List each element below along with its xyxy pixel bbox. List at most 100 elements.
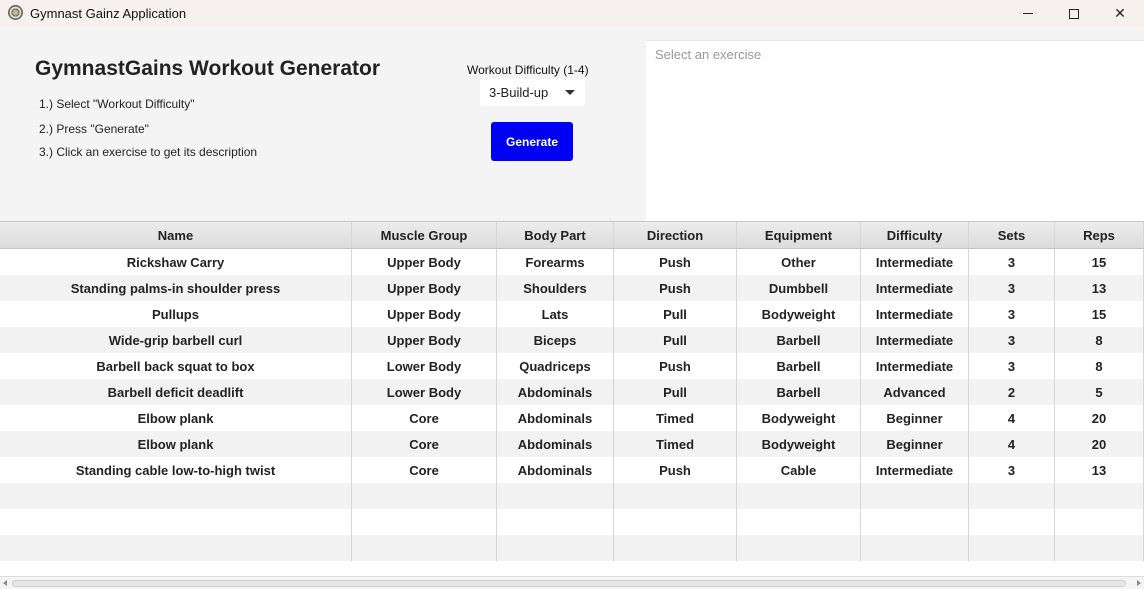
table-cell: 3 — [969, 275, 1055, 301]
table-cell: 8 — [1055, 353, 1144, 379]
table-cell: Bodyweight — [737, 301, 861, 327]
table-cell: Forearms — [497, 249, 614, 275]
app-icon — [8, 5, 23, 20]
table-cell — [969, 535, 1055, 561]
difficulty-select[interactable]: 3-Build-up — [480, 79, 585, 106]
description-spacer — [646, 27, 1144, 40]
table-cell: Beginner — [861, 405, 969, 431]
table-cell: Push — [614, 249, 737, 275]
table-row[interactable]: Wide-grip barbell curl Upper Body Biceps Pu… — [0, 327, 1144, 353]
table-cell: Lats — [497, 301, 614, 327]
table-cell: Intermediate — [861, 353, 969, 379]
page-title: GymnastGains Workout Generator — [35, 57, 381, 80]
table-cell: Intermediate — [861, 249, 969, 275]
table-cell — [352, 535, 497, 561]
instruction-step-2: 2.) Press "Generate" — [39, 122, 149, 136]
table-cell: 4 — [969, 431, 1055, 457]
table-row[interactable]: Pullups Upper Body Lats Pull Bodyweight Inter… — [0, 301, 1144, 327]
table-cell — [497, 535, 614, 561]
table-cell: Wide-grip barbell curl — [0, 327, 352, 353]
table-cell: Pull — [614, 379, 737, 405]
minimize-button[interactable] — [1005, 0, 1051, 27]
exercise-description[interactable]: Select an exercise — [646, 40, 1144, 221]
column-header-reps[interactable]: Reps — [1055, 222, 1144, 248]
scroll-left-icon[interactable] — [3, 580, 7, 586]
table-cell: 15 — [1055, 249, 1144, 275]
column-header-direction[interactable]: Direction — [614, 222, 737, 248]
table-cell: Timed — [614, 405, 737, 431]
table-cell: 20 — [1055, 405, 1144, 431]
column-header-muscle-group[interactable]: Muscle Group — [352, 222, 497, 248]
empty-table-row — [0, 483, 1144, 509]
table-row[interactable]: Elbow plank Core Abdominals Timed Bodyweight… — [0, 405, 1144, 431]
table-cell: Pull — [614, 301, 737, 327]
table-cell: Core — [352, 457, 497, 483]
table-row[interactable]: Elbow plank Core Abdominals Timed Bodyweight… — [0, 431, 1144, 457]
table-cell: Abdominals — [497, 457, 614, 483]
table-cell — [861, 535, 969, 561]
table-cell: Push — [614, 275, 737, 301]
column-header-body-part[interactable]: Body Part — [497, 222, 614, 248]
column-header-equipment[interactable]: Equipment — [737, 222, 861, 248]
table-cell: Biceps — [497, 327, 614, 353]
maximize-icon — [1069, 8, 1079, 19]
table-cell: 3 — [969, 327, 1055, 353]
table-cell: Lower Body — [352, 379, 497, 405]
generate-button[interactable]: Generate — [491, 122, 573, 161]
table-cell: Quadriceps — [497, 353, 614, 379]
column-header-sets[interactable]: Sets — [969, 222, 1055, 248]
table-cell — [352, 483, 497, 509]
table-cell: Dumbbell — [737, 275, 861, 301]
table-cell — [497, 509, 614, 535]
table-cell: Barbell — [737, 353, 861, 379]
horizontal-scrollbar[interactable] — [0, 576, 1144, 589]
table-cell: Timed — [614, 431, 737, 457]
table-cell: Beginner — [861, 431, 969, 457]
table-cell — [969, 483, 1055, 509]
table-body: Rickshaw Carry Upper Body Forearms Push Othe… — [0, 249, 1144, 561]
table-cell: 5 — [1055, 379, 1144, 405]
instruction-step-1: 1.) Select "Workout Difficulty" — [39, 97, 195, 111]
table-cell: Abdominals — [497, 379, 614, 405]
table-cell — [614, 509, 737, 535]
table-cell: Upper Body — [352, 301, 497, 327]
table-cell: Intermediate — [861, 301, 969, 327]
table-row[interactable]: Barbell back squat to box Lower Body Quadr… — [0, 353, 1144, 379]
column-header-difficulty[interactable]: Difficulty — [861, 222, 969, 248]
table-cell: 2 — [969, 379, 1055, 405]
table-cell: Pullups — [0, 301, 352, 327]
table-cell: Shoulders — [497, 275, 614, 301]
close-button[interactable]: ✕ — [1097, 0, 1143, 27]
table-cell: Rickshaw Carry — [0, 249, 352, 275]
table-cell: Intermediate — [861, 275, 969, 301]
table-cell: 3 — [969, 353, 1055, 379]
maximize-button[interactable] — [1051, 0, 1097, 27]
table-cell — [0, 535, 352, 561]
table-cell: Core — [352, 405, 497, 431]
table-cell: Bodyweight — [737, 405, 861, 431]
table-cell: 20 — [1055, 431, 1144, 457]
control-panel: GymnastGains Workout Generator 1.) Selec… — [0, 27, 646, 221]
instruction-step-3: 3.) Click an exercise to get its descrip… — [39, 145, 258, 159]
table-row[interactable]: Standing palms-in shoulder press Upper Bo… — [0, 275, 1144, 301]
scrollbar-thumb[interactable] — [12, 580, 1126, 587]
column-header-name[interactable]: Name — [0, 222, 352, 248]
table-cell: 3 — [969, 457, 1055, 483]
difficulty-value: 3-Build-up — [489, 85, 549, 100]
exercise-table: Name Muscle Group Body Part Direction Eq… — [0, 221, 1144, 576]
table-cell: Barbell back squat to box — [0, 353, 352, 379]
table-cell: Other — [737, 249, 861, 275]
scroll-right-icon[interactable] — [1137, 580, 1141, 586]
table-cell: Abdominals — [497, 431, 614, 457]
table-cell: Standing cable low-to-high twist — [0, 457, 352, 483]
table-row[interactable]: Barbell deficit deadlift Lower Body Abdomi… — [0, 379, 1144, 405]
table-row[interactable]: Standing cable low-to-high twist Core Abdo… — [0, 457, 1144, 483]
table-row[interactable]: Rickshaw Carry Upper Body Forearms Push Othe… — [0, 249, 1144, 275]
table-cell — [737, 483, 861, 509]
empty-table-row — [0, 509, 1144, 535]
table-cell — [0, 483, 352, 509]
empty-table-row — [0, 535, 1144, 561]
table-cell — [737, 509, 861, 535]
table-cell: 8 — [1055, 327, 1144, 353]
table-cell — [614, 535, 737, 561]
